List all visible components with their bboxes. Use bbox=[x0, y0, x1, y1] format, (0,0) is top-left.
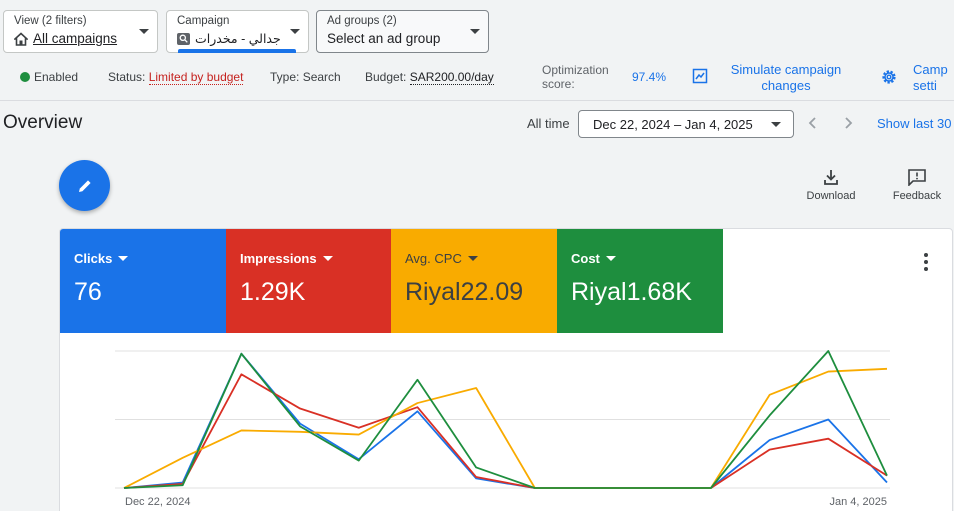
show-last-30-link[interactable]: Show last 30 bbox=[877, 116, 951, 131]
edit-fab-button[interactable] bbox=[59, 160, 110, 211]
metric-value: Riyal1.68K bbox=[571, 278, 692, 306]
simulate-line2: changes bbox=[761, 78, 811, 93]
metric-impressions[interactable]: Impressions 1.29K bbox=[226, 229, 392, 333]
caret-down-icon bbox=[467, 256, 478, 261]
chevron-down-icon bbox=[771, 122, 781, 127]
metric-avg-cpc[interactable]: Avg. CPC Riyal22.09 bbox=[391, 229, 557, 333]
budget-info: Budget: SAR200.00/day bbox=[365, 70, 494, 85]
simulate-line1: Simulate campaign bbox=[730, 62, 842, 77]
campaign-selected-indicator bbox=[178, 49, 296, 53]
campaign-dropdown[interactable]: Campaign جدالي - مخدرات bbox=[166, 10, 309, 53]
feedback-button[interactable]: Feedback bbox=[889, 168, 945, 202]
feedback-icon bbox=[908, 169, 926, 186]
type-label: Type: bbox=[270, 70, 300, 84]
metric-name: Impressions bbox=[240, 251, 317, 266]
metric-name: Clicks bbox=[74, 251, 113, 266]
download-label: Download bbox=[806, 190, 856, 202]
gear-icon[interactable] bbox=[880, 68, 898, 86]
opt-label-line1: Optimization bbox=[542, 63, 609, 77]
type-info: Type: Search bbox=[270, 70, 341, 84]
pencil-icon bbox=[78, 179, 91, 192]
caret-down-icon bbox=[322, 256, 333, 261]
chart-grid bbox=[115, 350, 890, 489]
x-tick-label: Jan 4, 2025 bbox=[830, 496, 888, 508]
budget-value-link[interactable]: SAR200.00/day bbox=[409, 70, 494, 85]
budget-label: Budget: bbox=[365, 70, 407, 84]
home-icon bbox=[14, 31, 28, 46]
download-button[interactable]: Download bbox=[803, 168, 859, 202]
adgroups-label: Ad groups (2) bbox=[327, 15, 397, 27]
series-line-0 bbox=[123, 352, 888, 489]
opt-label-line2: score: bbox=[542, 77, 575, 91]
view-filter-value: All campaigns bbox=[33, 31, 118, 46]
campaign-value: جدالي - مخدرات bbox=[195, 32, 281, 46]
campset-line2: setti bbox=[913, 78, 937, 93]
view-filter-label: View (2 filters) bbox=[14, 15, 87, 27]
enabled-dot-icon bbox=[20, 72, 30, 82]
caret-down-icon bbox=[118, 256, 129, 261]
download-icon bbox=[824, 170, 838, 185]
performance-chart-card: Clicks 76 Impressions 1.29K Avg. CPC Riy… bbox=[59, 228, 953, 511]
optimization-score-label: Optimization score: bbox=[542, 63, 609, 91]
optimization-score-value[interactable]: 97.4% bbox=[632, 70, 666, 84]
series-line-2 bbox=[123, 367, 888, 489]
view-filter-dropdown[interactable]: View (2 filters) All campaigns bbox=[3, 10, 158, 53]
enabled-status: Enabled bbox=[20, 70, 78, 84]
metric-name: Avg. CPC bbox=[405, 251, 462, 266]
chevron-down-icon bbox=[470, 29, 480, 34]
performance-line-chart: Dec 22, 2024 Jan 4, 2025 bbox=[115, 350, 890, 508]
chart-x-ticks: Dec 22, 2024 Jan 4, 2025 bbox=[125, 496, 887, 508]
type-value: Search bbox=[302, 70, 341, 84]
page-title: Overview bbox=[3, 112, 83, 133]
campaign-status-bar: Enabled Status: Limited by budget Type: … bbox=[0, 60, 954, 100]
campaign-label: Campaign bbox=[177, 15, 230, 27]
simulate-campaign-changes-link[interactable]: Simulate campaign changes bbox=[718, 62, 854, 94]
metric-clicks[interactable]: Clicks 76 bbox=[60, 229, 226, 333]
header-divider bbox=[0, 100, 954, 101]
date-range-picker[interactable]: Dec 22, 2024 – Jan 4, 2025 bbox=[578, 110, 794, 138]
campset-line1: Camp bbox=[913, 62, 948, 77]
status-value-link[interactable]: Limited by budget bbox=[148, 70, 244, 85]
campaign-settings-link[interactable]: Camp setti bbox=[913, 62, 948, 94]
metric-cost[interactable]: Cost Riyal1.68K bbox=[557, 229, 723, 333]
chevron-down-icon bbox=[290, 29, 300, 34]
all-time-label: All time bbox=[527, 116, 570, 131]
feedback-label: Feedback bbox=[892, 190, 942, 202]
chevron-down-icon bbox=[139, 29, 149, 34]
caret-down-icon bbox=[605, 256, 616, 261]
adgroups-dropdown[interactable]: Ad groups (2) Select an ad group bbox=[316, 10, 489, 53]
more-vert-icon[interactable] bbox=[924, 253, 928, 274]
metric-value: 1.29K bbox=[240, 278, 306, 306]
metric-value: 76 bbox=[74, 278, 102, 306]
status-label: Status: bbox=[108, 70, 146, 84]
search-campaign-icon bbox=[177, 32, 190, 45]
x-tick-label: Dec 22, 2024 bbox=[125, 496, 190, 508]
enabled-text: Enabled bbox=[34, 70, 79, 84]
status-info: Status: Limited by budget bbox=[108, 70, 244, 85]
trend-chart-icon[interactable] bbox=[692, 68, 708, 84]
metric-value: Riyal22.09 bbox=[405, 278, 524, 306]
date-range-value: Dec 22, 2024 – Jan 4, 2025 bbox=[593, 117, 753, 132]
adgroups-value: Select an ad group bbox=[327, 31, 441, 46]
previous-period-icon[interactable] bbox=[803, 113, 823, 133]
next-period-icon[interactable] bbox=[838, 113, 858, 133]
metric-name: Cost bbox=[571, 251, 600, 266]
